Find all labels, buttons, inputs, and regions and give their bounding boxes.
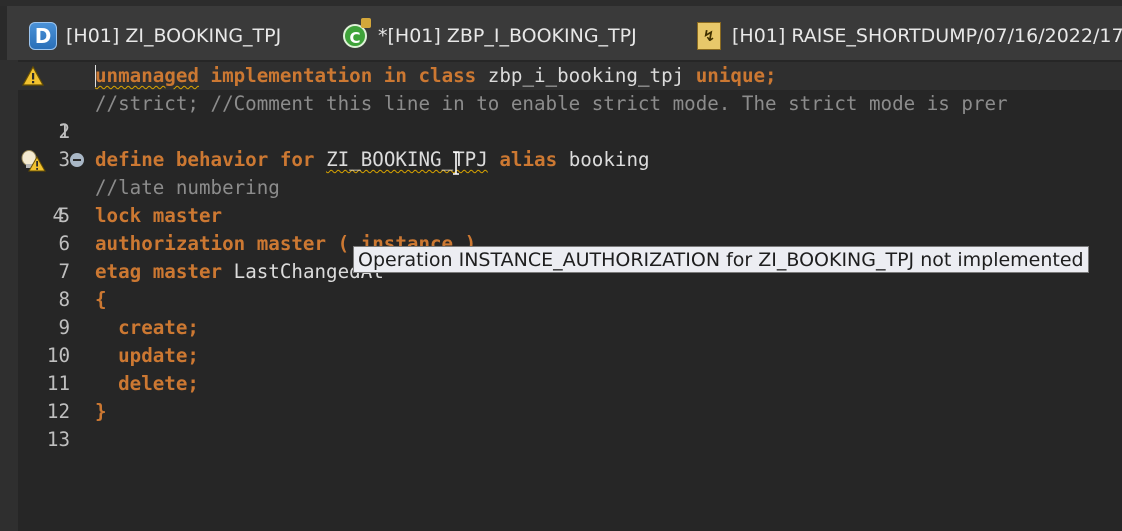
hover-tooltip: Operation INSTANCE_AUTHORIZATION for ZI_…: [353, 246, 1089, 273]
warning-icon[interactable]: [22, 66, 44, 86]
keyword-lock-master: lock master: [95, 204, 223, 227]
tab-label: [H01] RAISE_SHORTDUMP/07/16/2022/17:: [732, 25, 1122, 47]
code-text: etag master LastChangedAt: [95, 258, 384, 286]
class-locked-icon: C: [340, 18, 371, 51]
keyword-update: update;: [95, 344, 199, 367]
code-line-13[interactable]: 13 }: [0, 398, 1122, 451]
quick-fix-warning-icon[interactable]: [20, 149, 46, 173]
open-brace: {: [95, 288, 107, 311]
lock-icon: [361, 18, 371, 28]
keyword-implementation: implementation in class: [210, 64, 477, 87]
code-line-9[interactable]: 9 {: [0, 286, 1122, 339]
code-line-10[interactable]: 10 create;: [0, 314, 1122, 367]
text-cursor: [95, 65, 96, 87]
mouse-ibeam-cursor: [453, 151, 459, 175]
keyword-unique: unique;: [695, 64, 777, 87]
code-text: unmanaged implementation in class zbp_i_…: [95, 62, 777, 90]
tab-label: *[H01] ZBP_I_BOOKING_TPJ: [378, 25, 637, 47]
keyword-define-behavior: define behavior for: [95, 148, 315, 171]
ddl-source-icon: D: [28, 21, 58, 51]
shortdump-icon: ↯: [694, 21, 724, 51]
code-line-6[interactable]: 6 lock master: [0, 202, 1122, 255]
keyword-create: create;: [95, 316, 199, 339]
comment-text: //strict; //Comment this line in to enab…: [95, 92, 1008, 115]
tab-bar-edge: [0, 6, 7, 66]
collapse-fold-icon[interactable]: [70, 153, 84, 167]
entity-name: ZI_BOOKING_TPJ: [326, 148, 488, 171]
code-text: define behavior for ZI_BOOKING_TPJ alias…: [95, 146, 650, 174]
code-line-3[interactable]: 3: [0, 118, 1122, 171]
code-line-2[interactable]: 2 //strict; //Comment this line in to en…: [0, 90, 1122, 143]
keyword-alias: alias: [499, 148, 558, 171]
keyword-delete: delete;: [95, 372, 199, 395]
tab-zbp-i-booking-tpj[interactable]: C *[H01] ZBP_I_BOOKING_TPJ: [340, 16, 637, 56]
code-line-1[interactable]: 1 unmanaged implementation in class zbp_…: [0, 62, 1122, 143]
line-number: 13: [46, 428, 70, 451]
class-name: zbp_i_booking_tpj: [487, 64, 685, 87]
code-line-11[interactable]: 11 update;: [0, 342, 1122, 395]
code-line-5[interactable]: 5 //late numbering: [0, 174, 1122, 227]
code-line-4[interactable]: 4 define behavior for ZI_BOOKING_TPJ ali…: [0, 146, 1122, 227]
tab-label: [H01] ZI_BOOKING_TPJ: [66, 25, 282, 47]
tab-zi-booking-tpj[interactable]: D [H01] ZI_BOOKING_TPJ: [28, 16, 281, 56]
keyword-etag-master: etag master: [95, 260, 223, 283]
tab-raise-shortdump[interactable]: ↯ [H01] RAISE_SHORTDUMP/07/16/2022/17:: [694, 16, 1122, 56]
code-editor[interactable]: 1 unmanaged implementation in class zbp_…: [0, 60, 1122, 531]
code-line-12[interactable]: 12 delete;: [0, 370, 1122, 423]
close-brace: }: [95, 400, 107, 423]
keyword-unmanaged: unmanaged: [95, 64, 199, 87]
comment-text: //late numbering: [95, 176, 280, 199]
alias-name: booking: [568, 148, 650, 171]
editor-tab-bar: D [H01] ZI_BOOKING_TPJ C *[H01] ZBP_I_BO…: [0, 0, 1122, 66]
